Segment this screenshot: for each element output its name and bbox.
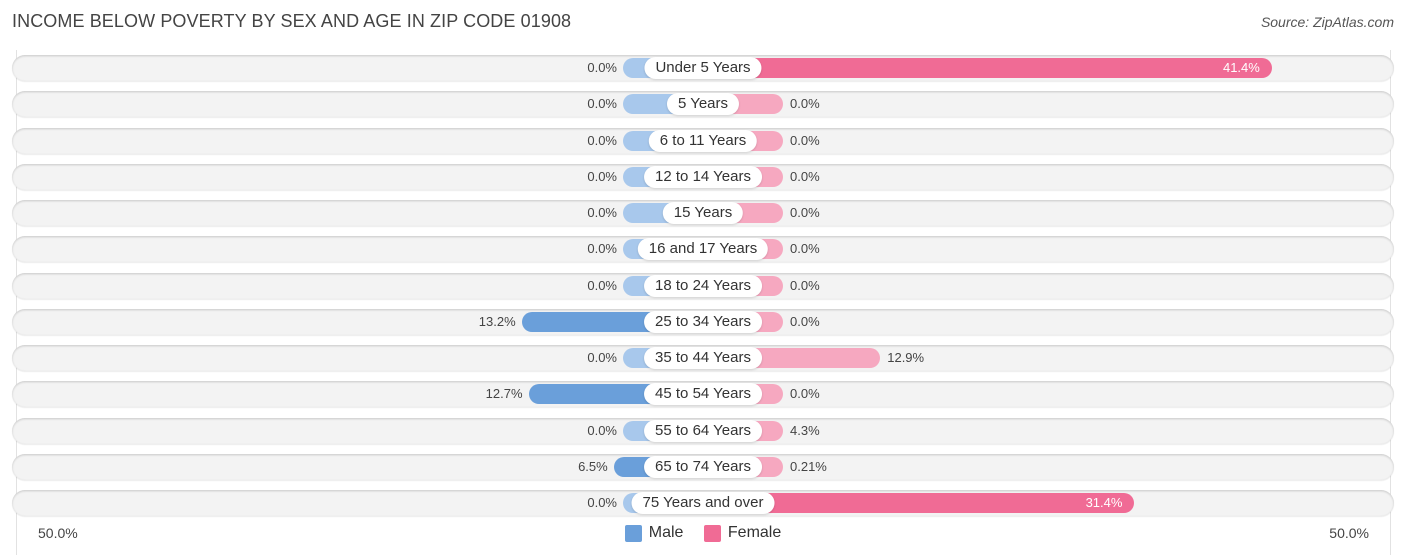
category-label: Under 5 Years — [644, 57, 762, 79]
legend-swatch-male — [624, 524, 642, 542]
category-label: 12 to 14 Years — [644, 166, 762, 188]
category-label: 6 to 11 Years — [648, 130, 758, 152]
legend-item-female: Female — [703, 524, 782, 542]
value-label-female: 0.0% — [790, 169, 820, 184]
value-label-male: 0.0% — [587, 241, 617, 256]
category-label: 35 to 44 Years — [644, 347, 762, 369]
category-label: 25 to 34 Years — [644, 311, 762, 333]
value-label-male: 12.7% — [485, 386, 523, 401]
value-label-male: 13.2% — [478, 314, 516, 329]
value-label-male: 0.0% — [587, 495, 617, 510]
value-label-female: 0.0% — [790, 241, 820, 256]
category-label: 16 and 17 Years — [637, 238, 769, 260]
legend-item-male: Male — [624, 524, 684, 542]
category-label: 18 to 24 Years — [644, 275, 762, 297]
value-label-female: 31.4% — [1085, 495, 1123, 510]
gridline-right — [1390, 50, 1391, 555]
value-label-female: 0.0% — [790, 386, 820, 401]
value-label-female: 0.0% — [790, 314, 820, 329]
value-label-male: 0.0% — [587, 423, 617, 438]
legend-swatch-female — [703, 524, 721, 542]
value-label-male: 0.0% — [587, 60, 617, 75]
poverty-chart: 0.0% 41.4% Under 5 Years 0.0% 0.0% 5 Years 0.0… — [0, 0, 1406, 559]
value-label-female: 0.0% — [790, 278, 820, 293]
value-label-male: 0.0% — [587, 133, 617, 148]
bar-female — [703, 58, 1272, 78]
category-label: 65 to 74 Years — [644, 456, 762, 478]
gridline-left — [16, 50, 17, 555]
value-label-female: 0.0% — [790, 96, 820, 111]
value-label-male: 0.0% — [587, 96, 617, 111]
value-label-male: 6.5% — [578, 459, 608, 474]
value-label-female: 0.0% — [790, 133, 820, 148]
category-label: 55 to 64 Years — [644, 420, 762, 442]
legend-label-male: Male — [648, 524, 684, 541]
value-label-male: 0.0% — [587, 350, 617, 365]
value-label-female: 12.9% — [887, 350, 925, 365]
category-label: 5 Years — [666, 93, 740, 115]
chart-legend: Male Female — [0, 524, 1406, 547]
value-label-male: 0.0% — [587, 278, 617, 293]
value-label-male: 0.0% — [587, 169, 617, 184]
category-label: 45 to 54 Years — [644, 383, 762, 405]
category-label: 15 Years — [662, 202, 744, 224]
value-label-female: 4.3% — [790, 423, 820, 438]
value-label-female: 0.0% — [790, 205, 820, 220]
legend-label-female: Female — [727, 524, 782, 541]
value-label-female: 0.21% — [790, 459, 827, 474]
value-label-female: 41.4% — [1222, 60, 1260, 75]
value-label-male: 0.0% — [587, 205, 617, 220]
category-label: 75 Years and over — [631, 492, 775, 514]
